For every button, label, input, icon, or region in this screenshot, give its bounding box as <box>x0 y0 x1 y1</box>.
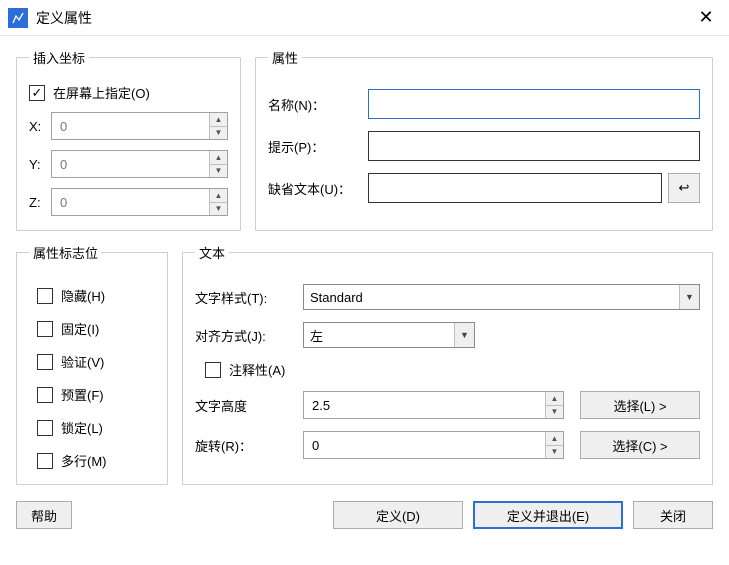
help-button[interactable]: 帮助 <box>16 501 72 529</box>
name-label: 名称(N)： <box>268 95 368 114</box>
prompt-input[interactable] <box>368 131 700 161</box>
multi-checkbox[interactable] <box>37 453 53 469</box>
flags-legend: 属性标志位 <box>29 243 102 262</box>
y-down-icon[interactable]: ▼ <box>209 165 227 178</box>
verify-label: 验证(V) <box>61 352 104 371</box>
z-input[interactable] <box>51 188 228 216</box>
close-icon[interactable]: ✕ <box>683 0 729 36</box>
define-exit-button[interactable]: 定义并退出(E) <box>473 501 623 529</box>
z-label: Z: <box>29 195 51 210</box>
chevron-down-icon[interactable]: ▼ <box>679 285 699 309</box>
close-button[interactable]: 关闭 <box>633 501 713 529</box>
app-icon <box>8 8 28 28</box>
x-input[interactable] <box>51 112 228 140</box>
prompt-label: 提示(P)： <box>268 137 368 156</box>
y-spinner[interactable]: ▲▼ <box>51 150 228 178</box>
preset-checkbox[interactable] <box>37 387 53 403</box>
verify-checkbox[interactable] <box>37 354 53 370</box>
define-button[interactable]: 定义(D) <box>333 501 463 529</box>
x-spinner[interactable]: ▲▼ <box>51 112 228 140</box>
rotation-up-icon[interactable]: ▲ <box>545 432 563 446</box>
annotative-checkbox[interactable] <box>205 362 221 378</box>
default-input[interactable] <box>368 173 662 203</box>
fixed-label: 固定(I) <box>61 319 99 338</box>
name-input[interactable] <box>368 89 700 119</box>
justify-select[interactable]: 左 ▼ <box>303 322 475 348</box>
pick-rotation-button[interactable]: 选择(C) > <box>580 431 700 459</box>
lock-label: 锁定(L) <box>61 418 103 437</box>
z-up-icon[interactable]: ▲ <box>209 189 227 203</box>
style-value: Standard <box>310 290 363 305</box>
hidden-label: 隐藏(H) <box>61 286 105 305</box>
hidden-checkbox[interactable] <box>37 288 53 304</box>
style-label: 文字样式(T): <box>195 288 303 307</box>
height-label: 文字高度 <box>195 396 303 415</box>
height-spinner[interactable]: ▲▼ <box>303 391 564 419</box>
z-down-icon[interactable]: ▼ <box>209 203 227 216</box>
specify-on-screen-label: 在屏幕上指定(O) <box>53 83 150 102</box>
style-select[interactable]: Standard ▼ <box>303 284 700 310</box>
y-up-icon[interactable]: ▲ <box>209 151 227 165</box>
insert-field-button[interactable]: ↩ <box>668 173 700 203</box>
justify-label: 对齐方式(J): <box>195 326 303 345</box>
flags-group: 属性标志位 隐藏(H) 固定(I) 验证(V) 预置(F) 锁定(L) 多行(M… <box>16 243 168 485</box>
titlebar: 定义属性 ✕ <box>0 0 729 36</box>
pick-height-button[interactable]: 选择(L) > <box>580 391 700 419</box>
chevron-down-icon[interactable]: ▼ <box>454 323 474 347</box>
rotation-label: 旋转(R)： <box>195 436 303 455</box>
attribute-group: 属性 名称(N)： 提示(P)： 缺省文本(U)： ↩ <box>255 48 713 231</box>
y-label: Y: <box>29 157 51 172</box>
z-spinner[interactable]: ▲▼ <box>51 188 228 216</box>
preset-label: 预置(F) <box>61 385 104 404</box>
insert-coord-legend: 插入坐标 <box>29 48 89 67</box>
y-input[interactable] <box>51 150 228 178</box>
specify-on-screen-checkbox[interactable] <box>29 85 45 101</box>
insert-coord-group: 插入坐标 在屏幕上指定(O) X: ▲▼ Y: ▲▼ Z: <box>16 48 241 231</box>
rotation-spinner[interactable]: ▲▼ <box>303 431 564 459</box>
height-down-icon[interactable]: ▼ <box>545 406 563 419</box>
bottom-bar: 帮助 定义(D) 定义并退出(E) 关闭 <box>0 491 729 539</box>
multi-label: 多行(M) <box>61 451 107 470</box>
default-label: 缺省文本(U)： <box>268 179 368 198</box>
fixed-checkbox[interactable] <box>37 321 53 337</box>
lock-checkbox[interactable] <box>37 420 53 436</box>
window-title: 定义属性 <box>36 8 92 28</box>
height-up-icon[interactable]: ▲ <box>545 392 563 406</box>
attribute-legend: 属性 <box>268 48 302 67</box>
x-up-icon[interactable]: ▲ <box>209 113 227 127</box>
text-legend: 文本 <box>195 243 229 262</box>
x-label: X: <box>29 119 51 134</box>
insert-field-icon: ↩ <box>679 180 690 196</box>
justify-value: 左 <box>310 326 323 345</box>
annotative-label: 注释性(A) <box>229 360 285 379</box>
rotation-input[interactable] <box>303 431 564 459</box>
height-input[interactable] <box>303 391 564 419</box>
rotation-down-icon[interactable]: ▼ <box>545 446 563 459</box>
text-group: 文本 文字样式(T): Standard ▼ 对齐方式(J): 左 ▼ 注释性(… <box>182 243 713 485</box>
x-down-icon[interactable]: ▼ <box>209 127 227 140</box>
